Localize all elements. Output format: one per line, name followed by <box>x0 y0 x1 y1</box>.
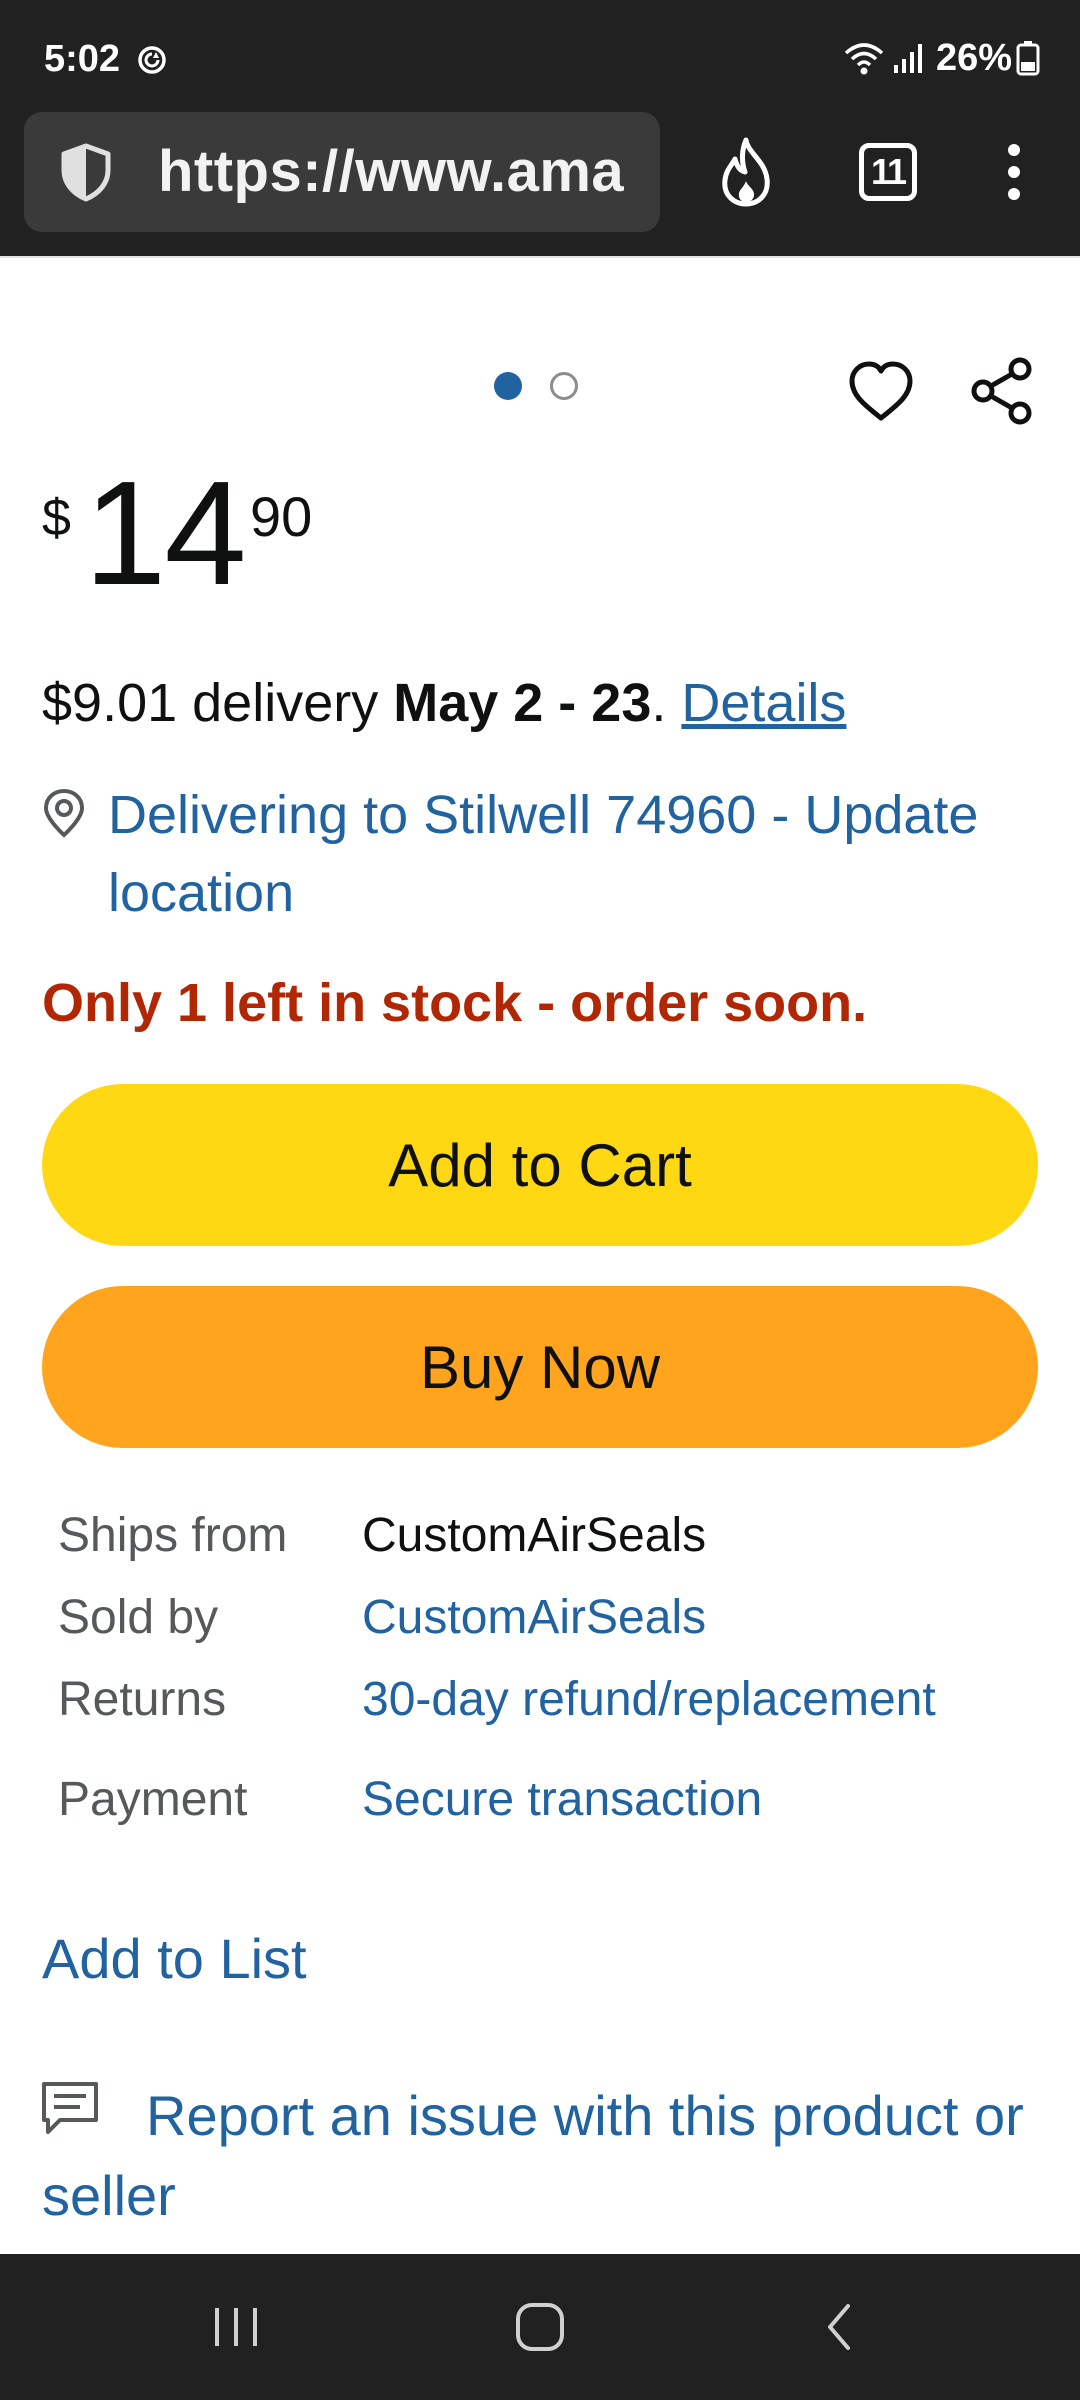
price-symbol: $ <box>42 489 71 547</box>
info-row-ships-from: Ships from CustomAirSeals <box>58 1508 1038 1578</box>
buy-now-label: Buy Now <box>419 1333 661 1401</box>
status-indicators: 26% <box>844 36 1040 80</box>
add-to-cart-button[interactable]: Add to Cart <box>42 1084 1038 1246</box>
url-bar[interactable]: https://www.ama <box>24 112 660 232</box>
wifi-icon <box>844 43 884 75</box>
location-pin-icon <box>43 788 85 838</box>
price-whole: 14 <box>84 451 247 616</box>
tab-count[interactable]: 11 <box>859 143 917 201</box>
signal-icon <box>893 44 922 73</box>
delivery-fee: $9.01 delivery <box>42 673 394 733</box>
system-nav-bar <box>0 2254 1080 2400</box>
battery-percent: 26% <box>935 36 1012 79</box>
status-time: 5:02 <box>44 38 121 80</box>
info-label: Ships from <box>58 1509 288 1562</box>
delivery-period: . <box>651 673 682 733</box>
info-value: CustomAirSeals <box>362 1509 707 1562</box>
image-carousel-dots[interactable] <box>494 372 578 400</box>
report-issue-link[interactable]: Report an issue with this product or sel… <box>42 2076 1052 2236</box>
delivery-dates: May 2 - 23 <box>393 673 652 733</box>
stock-status: Only 1 left in stock - order soon. <box>42 973 868 1033</box>
info-row-returns: Returns 30-day refund/replacement <box>58 1672 1038 1742</box>
price-fraction: 90 <box>250 485 313 548</box>
returns-link[interactable]: 30-day refund/replacement <box>362 1672 936 1727</box>
sync-icon <box>138 46 166 74</box>
share-icon[interactable] <box>968 356 1038 426</box>
delivery-location-link[interactable]: Delivering to Stilwell 74960 - Update lo… <box>108 776 1008 932</box>
seller-link[interactable]: CustomAirSeals <box>362 1590 706 1645</box>
add-to-list-link[interactable]: Add to List <box>42 1926 307 1991</box>
delivery-details-link[interactable]: Details <box>681 673 846 733</box>
info-label: Returns <box>58 1673 227 1726</box>
info-label: Payment <box>58 1773 248 1826</box>
delivery-info: $9.01 delivery May 2 - 23. Details <box>42 672 846 734</box>
buy-now-button[interactable]: Buy Now <box>42 1286 1038 1448</box>
product-page: $ 14 90 $9.01 delivery May 2 - 23. Detai… <box>0 256 1080 2254</box>
carousel-dot-active[interactable] <box>494 372 522 400</box>
url-text[interactable]: https://www.ama <box>158 138 624 205</box>
back-icon[interactable] <box>800 2292 880 2362</box>
info-row-payment: Payment Secure transaction <box>58 1772 1038 1842</box>
tabs-icon[interactable]: 11 <box>848 132 928 212</box>
battery-icon <box>1016 41 1040 76</box>
home-icon[interactable] <box>500 2292 580 2362</box>
status-bar: 5:02 26% <box>0 0 1080 110</box>
recents-icon[interactable] <box>196 2292 276 2362</box>
fire-icon[interactable] <box>706 132 786 212</box>
more-vert-icon[interactable] <box>974 132 1054 212</box>
shield-icon[interactable] <box>56 142 116 202</box>
carousel-dot[interactable] <box>550 372 578 400</box>
payment-link[interactable]: Secure transaction <box>362 1772 762 1827</box>
info-row-sold-by: Sold by CustomAirSeals <box>58 1590 1038 1660</box>
info-label: Sold by <box>58 1591 219 1644</box>
browser-toolbar: https://www.ama 11 <box>0 110 1080 256</box>
heart-icon[interactable] <box>846 358 916 428</box>
add-to-cart-label: Add to Cart <box>388 1131 692 1199</box>
